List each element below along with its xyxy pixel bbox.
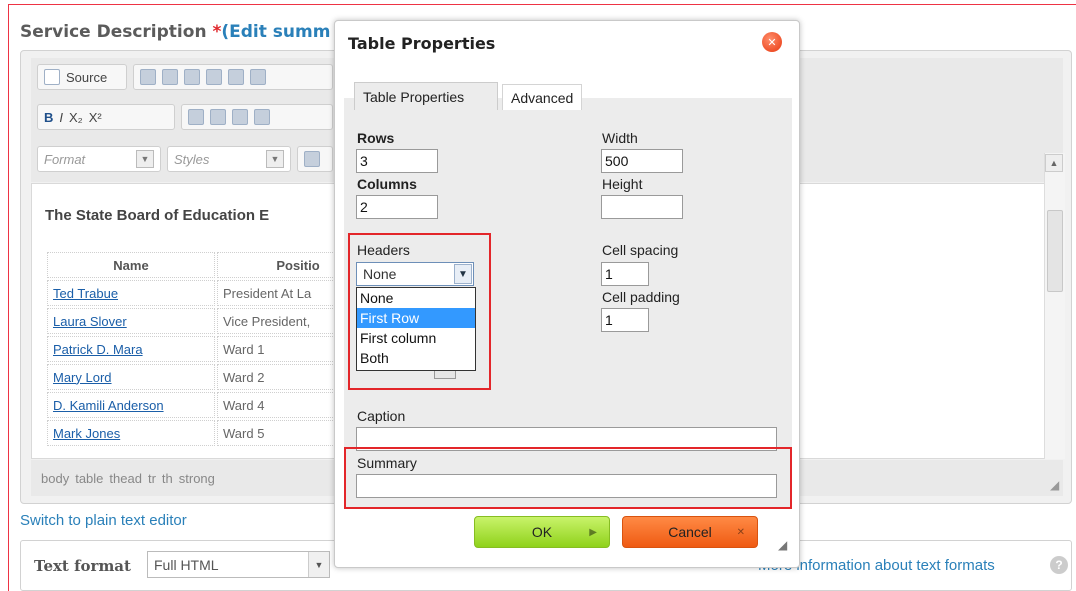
content-table[interactable]: Name Positio Ted Trabue President At La L… [45,250,381,448]
table-row: Mark Jones Ward 5 [47,420,379,446]
help-icon[interactable]: ? [1050,556,1068,574]
ok-label: OK [531,524,553,540]
cut-icon[interactable] [140,69,156,85]
resize-grip-icon[interactable]: ◢ [1050,478,1064,492]
format-placeholder: Format [44,151,86,167]
outdent-icon[interactable] [232,109,248,125]
list-indent-group [181,104,333,130]
table-row: Patrick D. Mara Ward 1 [47,336,379,362]
switch-plain-text-link[interactable]: Switch to plain text editor [20,512,187,529]
clipboard-toolbar-group [133,64,333,90]
path-item[interactable]: thead [109,471,142,486]
member-name-link[interactable]: Patrick D. Mara [47,336,215,362]
cell-spacing-label: Cell spacing [602,242,679,258]
caption-label: Caption [357,408,406,424]
cell-padding-input[interactable]: 1 [601,308,649,332]
scrollbar-thumb[interactable] [1047,210,1063,292]
copy-icon[interactable] [162,69,178,85]
cancel-label: Cancel [668,524,712,540]
format-combo[interactable]: Format ▼ [37,146,161,172]
close-icon[interactable]: ✕ [762,32,782,52]
text-format-selected: Full HTML [154,556,219,573]
member-name-link[interactable]: D. Kamili Anderson [47,392,215,418]
field-label: Service Description *(Edit summ [20,22,330,42]
paste-icon[interactable] [184,69,200,85]
member-name-link[interactable]: Mary Lord [47,364,215,390]
rows-input[interactable]: 3 [356,149,438,173]
rows-label: Rows [357,130,395,146]
text-format-label: Text format [34,557,131,575]
columns-label: Columns [357,176,417,192]
table-row: D. Kamili Anderson Ward 4 [47,392,379,418]
path-item[interactable]: strong [179,471,215,486]
styles-combo[interactable]: Styles ▼ [167,146,291,172]
basic-style-group: B I X₂ X² [37,104,175,130]
superscript-button[interactable]: X² [89,110,102,125]
resize-grip-icon[interactable]: ◢ [778,538,792,552]
indent-icon[interactable] [254,109,270,125]
height-input[interactable] [601,195,683,219]
dialog-title: Table Properties [348,34,496,53]
path-item[interactable]: body [41,471,69,486]
spellcheck-as-you-type-icon[interactable] [250,69,266,85]
field-label-text: Service Description [20,22,213,42]
subscript-button[interactable]: X₂ [69,110,83,125]
bold-button[interactable]: B [44,110,53,125]
table-row: Mary Lord Ward 2 [47,364,379,390]
path-item[interactable]: table [75,471,103,486]
headers-highlight-box [348,233,491,390]
cancel-button[interactable]: Cancel ✕ [622,516,758,548]
table-row: Ted Trabue President At La [47,280,379,306]
path-item[interactable]: th [162,471,173,486]
source-icon [44,69,60,85]
spellcheck-icon[interactable] [228,69,244,85]
editor-heading: The State Board of Education E [45,207,270,224]
tab-table-properties[interactable]: Table Properties [354,82,498,110]
chevron-down-icon: ▼ [266,150,284,168]
ok-button[interactable]: OK ▶ [474,516,610,548]
source-label: Source [66,69,108,85]
table-icon[interactable] [304,151,320,167]
text-format-select[interactable]: Full HTML ▼ [147,551,330,578]
italic-button[interactable]: I [59,110,63,125]
page-frame-top [8,4,1076,5]
bulleted-list-icon[interactable] [210,109,226,125]
member-name-link[interactable]: Laura Slover [47,308,215,334]
path-item[interactable]: tr [148,471,156,486]
source-button[interactable]: Source [37,64,127,90]
member-name-link[interactable]: Ted Trabue [47,280,215,306]
edit-summary-link[interactable]: (Edit summ [221,22,330,42]
table-header-name: Name [47,252,215,278]
numbered-list-icon[interactable] [188,109,204,125]
width-input[interactable]: 500 [601,149,683,173]
member-name-link[interactable]: Mark Jones [47,420,215,446]
chevron-down-icon: ▼ [308,552,329,577]
page-frame-left [8,4,9,591]
close-icon: ✕ [736,526,745,538]
columns-input[interactable]: 2 [356,195,438,219]
tab-advanced[interactable]: Advanced [502,84,583,110]
summary-highlight-box [344,447,792,509]
cell-padding-label: Cell padding [602,289,680,305]
chevron-down-icon: ▼ [136,150,154,168]
paste-text-icon[interactable] [206,69,222,85]
styles-placeholder: Styles [174,151,210,167]
scroll-up-icon[interactable]: ▲ [1045,154,1063,172]
table-row: Laura Slover Vice President, [47,308,379,334]
width-label: Width [602,130,638,146]
height-label: Height [602,176,643,192]
chevron-right-icon: ▶ [589,526,597,538]
editor-scrollbar[interactable] [1044,153,1065,459]
table-toolbar-group [297,146,333,172]
cell-spacing-input[interactable]: 1 [601,262,649,286]
